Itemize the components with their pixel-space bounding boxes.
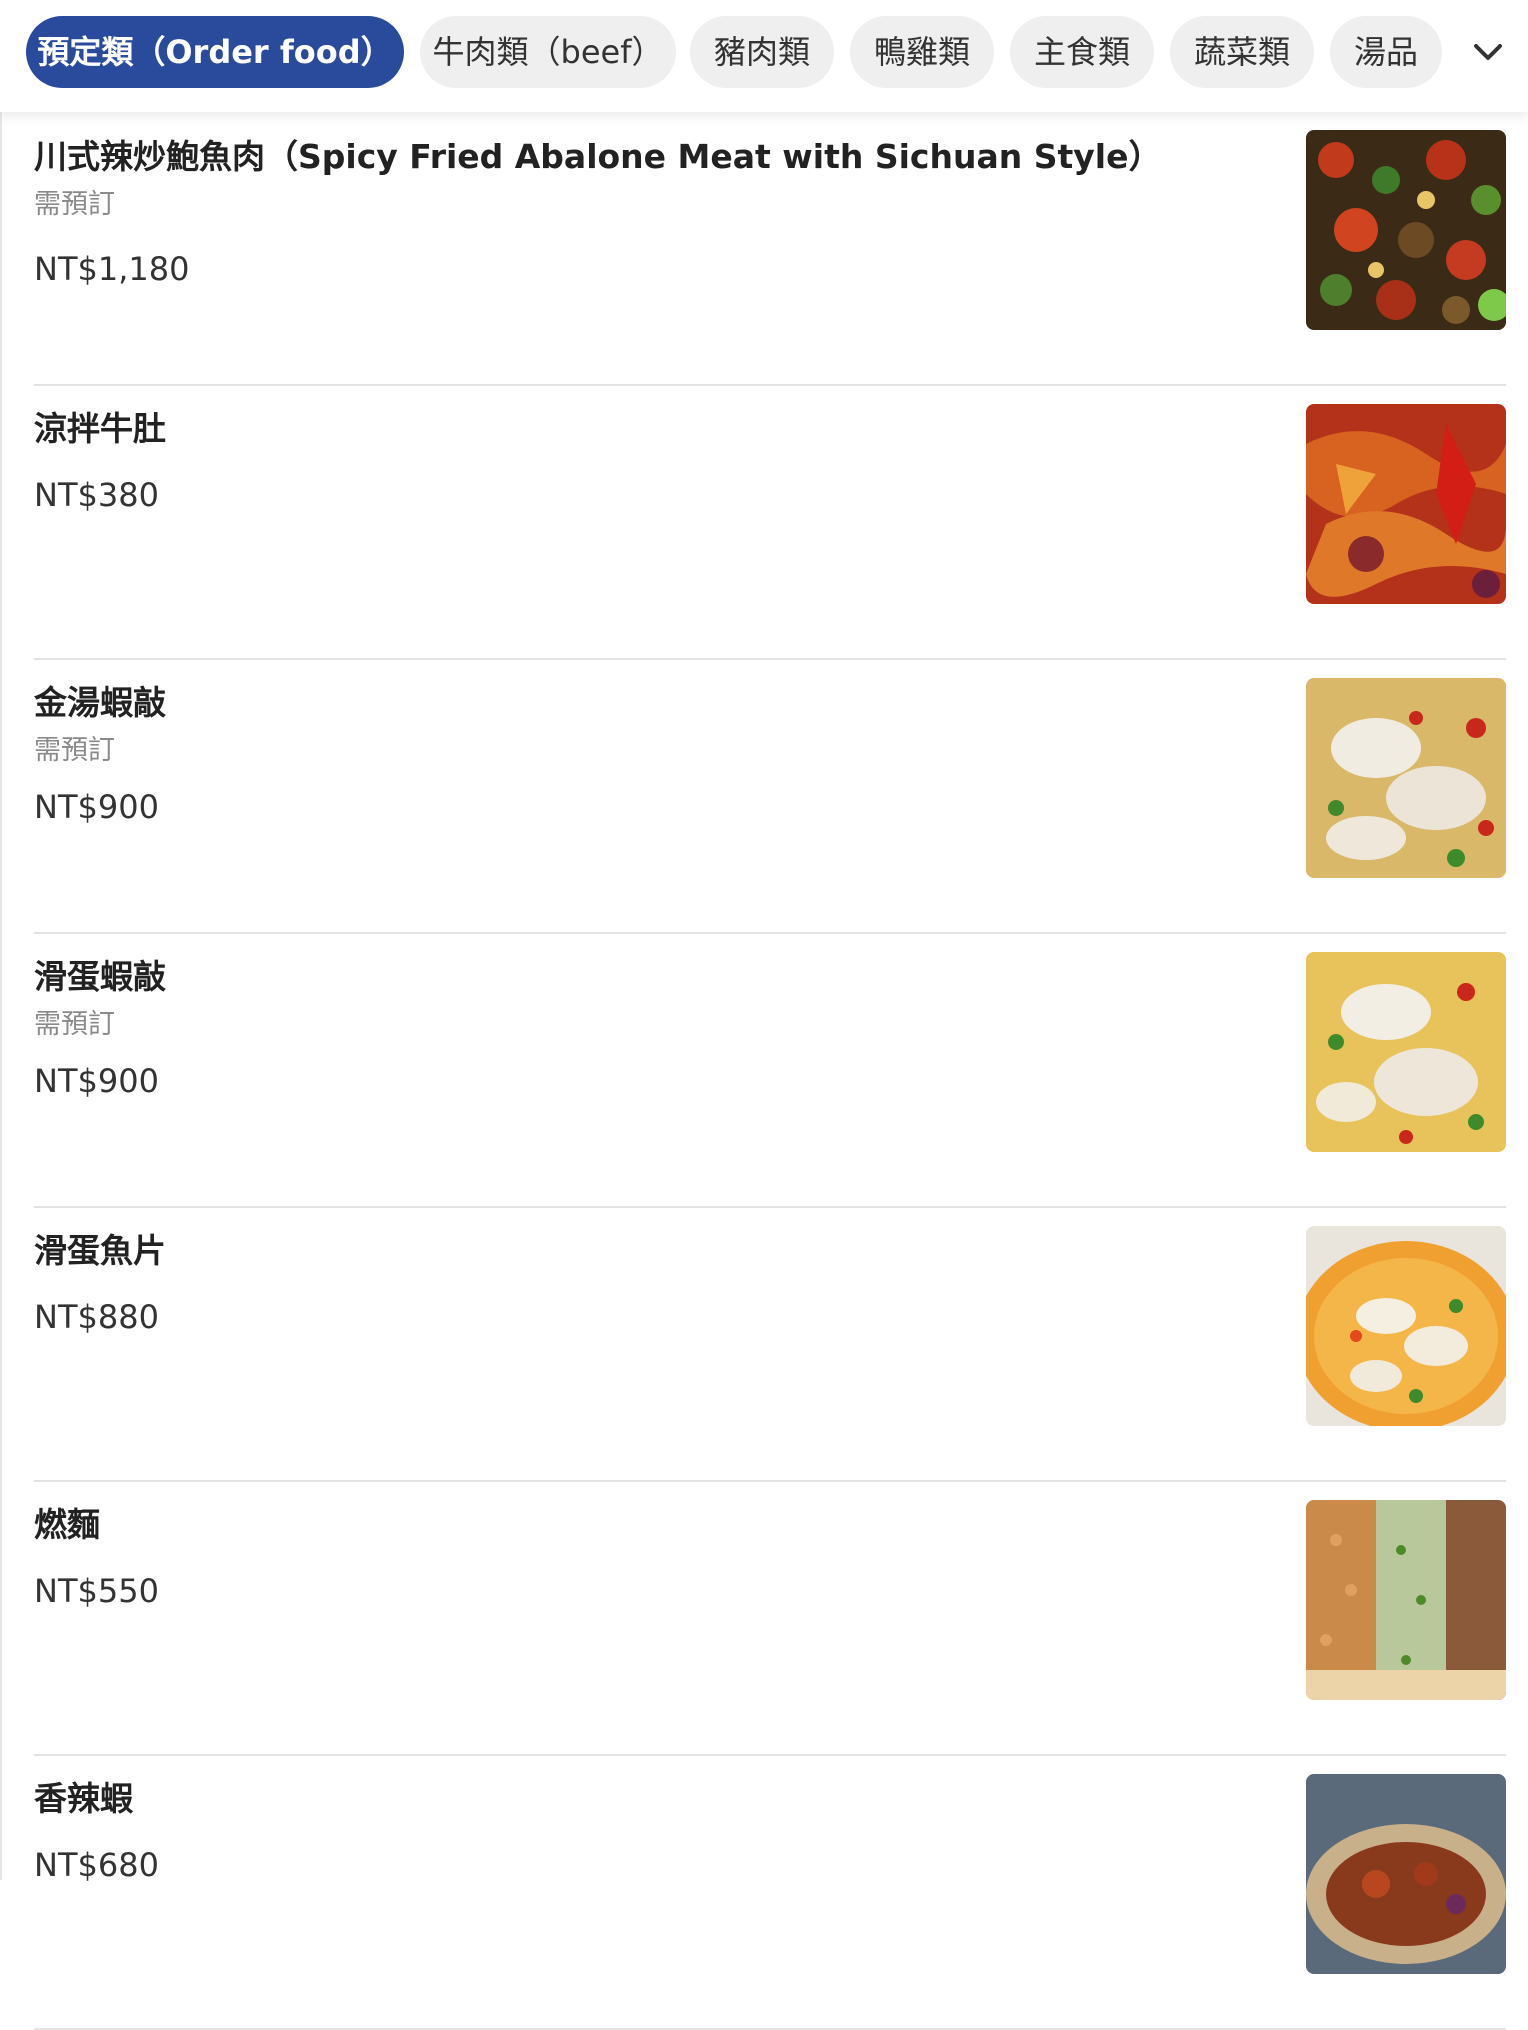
menu-item[interactable]: 涼拌牛肚 NT$380 (34, 386, 1506, 660)
golden-soup-shrimp-photo[interactable] (1306, 678, 1506, 878)
item-name: 滑蛋魚片 (34, 1231, 166, 1270)
item-reservation-note: 需預訂 (34, 1009, 115, 1040)
chevron-down-icon[interactable] (1464, 28, 1512, 76)
menu-item[interactable]: 滑蛋蝦敲 需預訂 NT$900 (34, 934, 1506, 1208)
item-name: 香辣蝦 (34, 1779, 133, 1818)
item-price: NT$880 (34, 1298, 159, 1336)
item-price: NT$680 (34, 1846, 159, 1884)
item-name: 川式辣炒鮑魚肉（Spicy Fried Abalone Meat with Si… (34, 137, 1162, 176)
menu-item[interactable]: 金湯蝦敲 需預訂 NT$900 (34, 660, 1506, 934)
egg-shrimp-photo[interactable] (1306, 952, 1506, 1152)
egg-fish-slice-photo[interactable] (1306, 1226, 1506, 1426)
category-tab-pork[interactable]: 豬肉類 (690, 16, 834, 88)
item-price: NT$900 (34, 788, 159, 826)
item-name: 金湯蝦敲 (34, 683, 166, 722)
category-bar: 預定類（Order food） 牛肉類（beef） 豬肉類 鴨雞類 主食類 蔬菜… (0, 0, 1528, 112)
item-name: 燃麵 (34, 1505, 100, 1544)
menu-item[interactable]: 川式辣炒鮑魚肉（Spicy Fried Abalone Meat with Si… (34, 112, 1506, 386)
item-reservation-note: 需預訂 (34, 735, 115, 766)
spicy-abalone-photo[interactable] (1306, 130, 1506, 330)
category-tab-vegetable[interactable]: 蔬菜類 (1170, 16, 1314, 88)
menu-item[interactable]: 滑蛋魚片 NT$880 (34, 1208, 1506, 1482)
cold-beef-tripe-photo[interactable] (1306, 404, 1506, 604)
category-tab-order-food[interactable]: 預定類（Order food） (26, 16, 404, 88)
menu-item[interactable]: 香辣蝦 NT$680 (34, 1756, 1506, 2030)
item-price: NT$900 (34, 1062, 159, 1100)
category-tab-staple[interactable]: 主食類 (1010, 16, 1154, 88)
category-tab-beef[interactable]: 牛肉類（beef） (420, 16, 676, 88)
item-price: NT$550 (34, 1572, 159, 1610)
page-left-border (0, 0, 2, 1880)
category-tab-soup[interactable]: 湯品 (1330, 16, 1442, 88)
item-reservation-note: 需預訂 (34, 189, 115, 220)
item-name: 滑蛋蝦敲 (34, 957, 166, 996)
burning-noodles-photo[interactable] (1306, 1500, 1506, 1700)
item-price: NT$380 (34, 476, 159, 514)
item-price: NT$1,180 (34, 250, 190, 288)
menu-item[interactable]: 燃麵 NT$550 (34, 1482, 1506, 1756)
item-name: 涼拌牛肚 (34, 409, 166, 448)
category-tab-duck-chicken[interactable]: 鴨雞類 (850, 16, 994, 88)
spicy-shrimp-photo[interactable] (1306, 1774, 1506, 1974)
